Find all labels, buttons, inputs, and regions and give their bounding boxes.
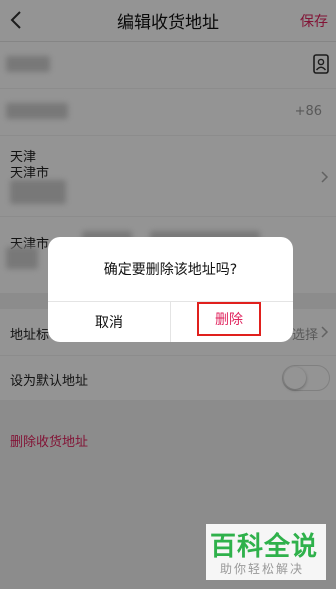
watermark-logo: 百科全说 助你轻松解决 bbox=[206, 524, 326, 580]
dialog-button-divider bbox=[170, 301, 171, 342]
watermark-title: 百科全说 bbox=[210, 532, 319, 562]
cancel-button[interactable]: 取消 bbox=[48, 301, 170, 342]
watermark-subtitle: 助你轻松解决 bbox=[220, 562, 305, 576]
confirm-delete-button[interactable]: 删除 bbox=[197, 302, 261, 336]
delete-confirm-dialog: 确定要删除该地址吗? 取消 删除 bbox=[48, 237, 293, 342]
dialog-message: 确定要删除该地址吗? bbox=[103, 262, 238, 278]
